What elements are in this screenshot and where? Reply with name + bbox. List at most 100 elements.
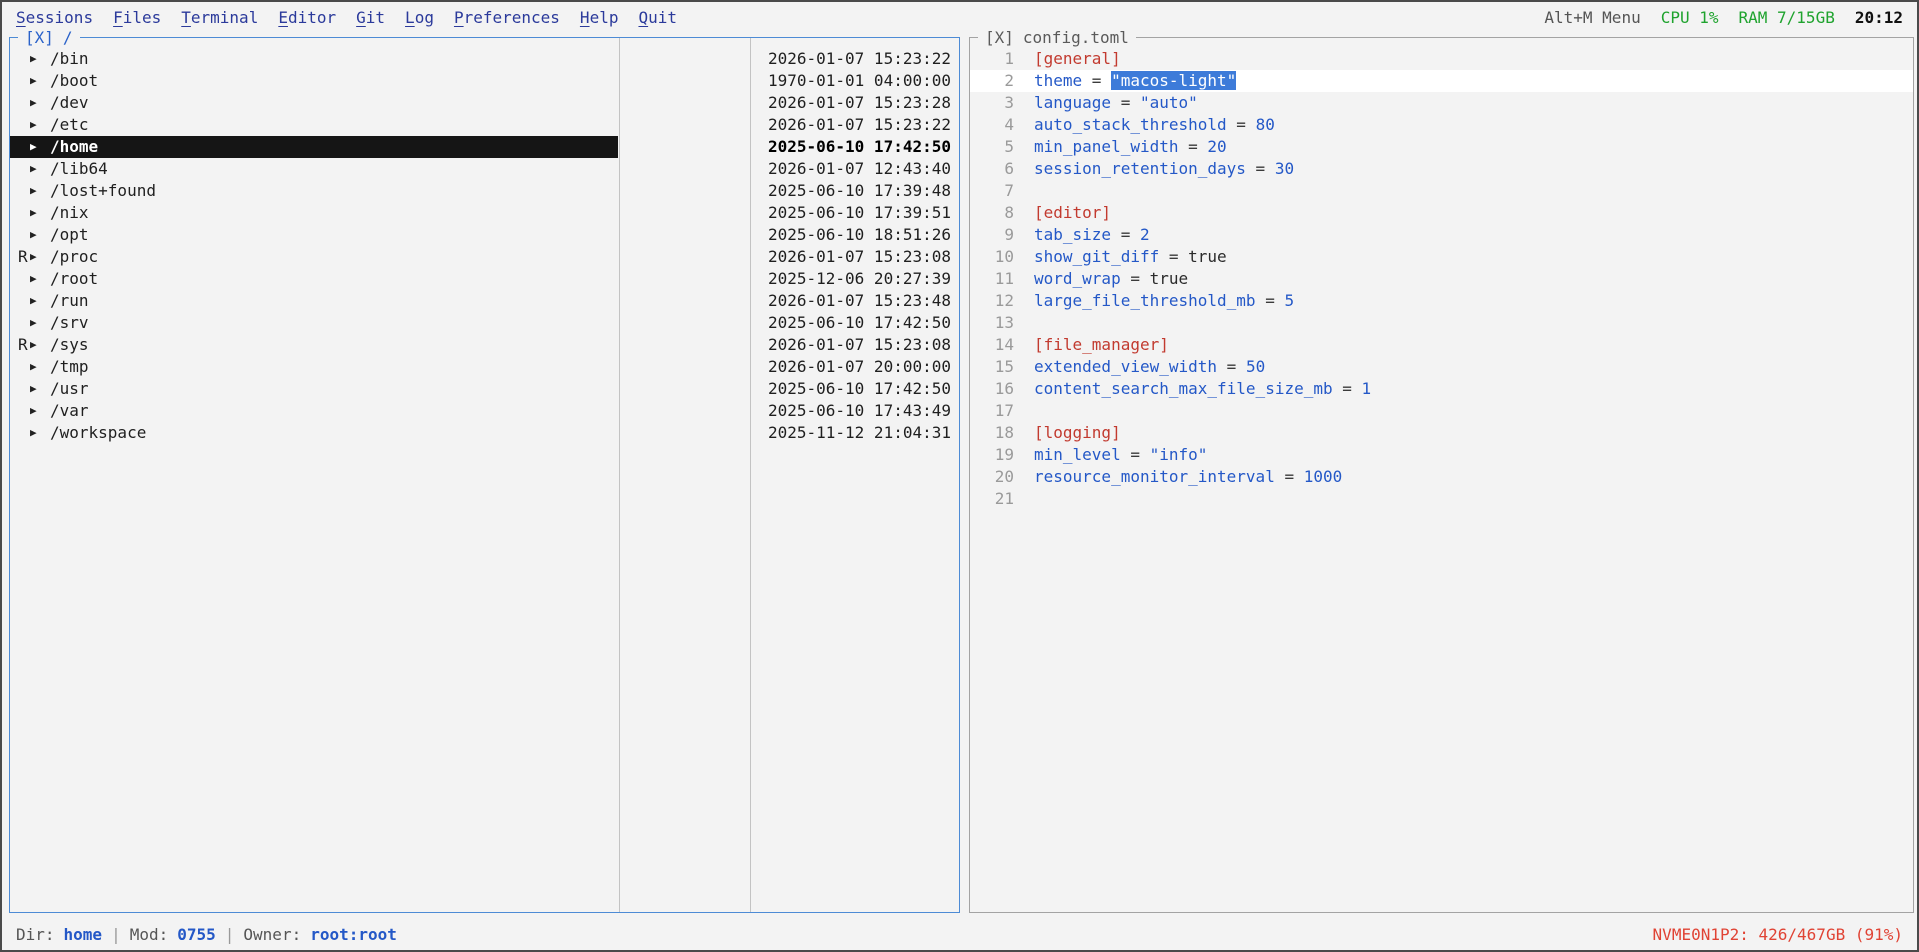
editor-line[interactable]: 15 extended_view_width = 50 <box>970 356 1913 378</box>
editor-line[interactable]: 18 [logging] <box>970 422 1913 444</box>
line-number: 20 <box>994 467 1014 486</box>
file-name: /etc <box>50 115 89 134</box>
line-number: 15 <box>994 357 1014 376</box>
menu-item-terminal[interactable]: Terminal <box>181 8 258 27</box>
code-token: 30 <box>1274 159 1295 178</box>
file-row[interactable]: ▶ /tmp 2026-01-07 20:00:00 <box>10 356 959 378</box>
menu-item-help[interactable]: Help <box>580 8 619 27</box>
file-row[interactable]: ▶ /lost+found 2025-06-10 17:39:48 <box>10 180 959 202</box>
line-number: 21 <box>994 489 1014 508</box>
editor-line[interactable]: 13 <box>970 312 1913 334</box>
editor-line[interactable]: 21 <box>970 488 1913 510</box>
file-panel-title: [X] / <box>18 27 80 49</box>
editor-line[interactable]: 14 [file_manager] <box>970 334 1913 356</box>
line-number: 5 <box>1004 137 1014 156</box>
file-row[interactable]: R ▶ /sys 2026-01-07 15:23:08 <box>10 334 959 356</box>
file-row[interactable]: ▶ /nix 2025-06-10 17:39:51 <box>10 202 959 224</box>
code-token: "info" <box>1149 445 1208 464</box>
file-row[interactable]: ▶ /lib64 2026-01-07 12:43:40 <box>10 158 959 180</box>
code-token: resource_monitor_interval <box>1034 467 1275 486</box>
expand-arrow-icon[interactable]: ▶ <box>30 334 44 356</box>
file-mtime: 2025-06-10 17:39:48 <box>767 181 951 200</box>
file-row[interactable]: ▶ /var 2025-06-10 17:43:49 <box>10 400 959 422</box>
editor-line[interactable]: 12 large_file_threshold_mb = 5 <box>970 290 1913 312</box>
expand-arrow-icon[interactable]: ▶ <box>30 180 44 202</box>
file-size-cell <box>618 136 749 158</box>
line-number: 1 <box>1004 49 1014 68</box>
editor-line[interactable]: 2 theme = "macos-light" <box>970 70 1913 92</box>
file-row[interactable]: ▶ /opt 2025-06-10 18:51:26 <box>10 224 959 246</box>
file-row[interactable]: ▶ /workspace 2025-11-12 21:04:31 <box>10 422 959 444</box>
expand-arrow-icon[interactable]: ▶ <box>30 268 44 290</box>
editor-line[interactable]: 6 session_retention_days = 30 <box>970 158 1913 180</box>
editor-line[interactable]: 19 min_level = "info" <box>970 444 1913 466</box>
file-name-cell: ▶ /boot <box>10 70 618 92</box>
expand-arrow-icon[interactable]: ▶ <box>30 378 44 400</box>
editor-line[interactable]: 10 show_git_diff = true <box>970 246 1913 268</box>
file-name: /lib64 <box>50 159 108 178</box>
owner-value: root:root <box>310 924 397 944</box>
file-row[interactable]: R ▶ /proc 2026-01-07 15:23:08 <box>10 246 959 268</box>
expand-arrow-icon[interactable]: ▶ <box>30 312 44 334</box>
expand-arrow-icon[interactable]: ▶ <box>30 400 44 422</box>
file-row[interactable]: ▶ /etc 2026-01-07 15:23:22 <box>10 114 959 136</box>
expand-arrow-icon[interactable]: ▶ <box>30 114 44 136</box>
expand-arrow-icon[interactable]: ▶ <box>30 48 44 70</box>
menu-item-preferences[interactable]: Preferences <box>454 8 560 27</box>
editor-line[interactable]: 11 word_wrap = true <box>970 268 1913 290</box>
file-row[interactable]: ▶ /run 2026-01-07 15:23:48 <box>10 290 959 312</box>
editor-content[interactable]: 1 [general] 2 theme = "macos-light" 3 languag… <box>970 38 1913 510</box>
expand-arrow-icon[interactable]: ▶ <box>30 136 44 158</box>
file-name: /root <box>50 269 99 288</box>
menu-item-files[interactable]: Files <box>113 8 161 27</box>
file-name-cell: ▶ /workspace <box>10 422 618 444</box>
menu-item-git[interactable]: Git <box>356 8 385 27</box>
editor-line[interactable]: 3 language = "auto" <box>970 92 1913 114</box>
editor-line[interactable]: 20 resource_monitor_interval = 1000 <box>970 466 1913 488</box>
expand-arrow-icon[interactable]: ▶ <box>30 158 44 180</box>
menu-item-sessions[interactable]: Sessions <box>16 8 93 27</box>
expand-arrow-icon[interactable]: ▶ <box>30 92 44 114</box>
expand-arrow-icon[interactable]: ▶ <box>30 422 44 444</box>
column-divider <box>750 38 751 912</box>
editor-line[interactable]: 17 <box>970 400 1913 422</box>
editor-line[interactable]: 9 tab_size = 2 <box>970 224 1913 246</box>
editor-line[interactable]: 4 auto_stack_threshold = 80 <box>970 114 1913 136</box>
menu-item-log[interactable]: Log <box>405 8 434 27</box>
expand-arrow-icon[interactable]: ▶ <box>30 246 44 268</box>
editor-line[interactable]: 7 <box>970 180 1913 202</box>
editor-line[interactable]: 5 min_panel_width = 20 <box>970 136 1913 158</box>
line-number: 18 <box>994 423 1014 442</box>
code-token: content_search_max_file_size_mb <box>1034 379 1333 398</box>
file-size-cell <box>618 334 749 356</box>
file-list: ▶ /bin 2026-01-07 15:23:22 ▶ /boot 1970-01-01… <box>10 38 959 444</box>
editor-line[interactable]: 8 [editor] <box>970 202 1913 224</box>
file-name: /sys <box>50 335 89 354</box>
panel-close-button[interactable]: [X] <box>985 27 1014 49</box>
file-row[interactable]: ▶ /srv 2025-06-10 17:42:50 <box>10 312 959 334</box>
line-number: 16 <box>994 379 1014 398</box>
expand-arrow-icon[interactable]: ▶ <box>30 356 44 378</box>
file-row[interactable]: ▶ /usr 2025-06-10 17:42:50 <box>10 378 959 400</box>
code-token: = <box>1274 467 1304 486</box>
editor-line[interactable]: 16 content_search_max_file_size_mb = 1 <box>970 378 1913 400</box>
menu-item-quit[interactable]: Quit <box>638 8 677 27</box>
editor-line[interactable]: 1 [general] <box>970 48 1913 70</box>
code-token: show_git_diff <box>1034 247 1160 266</box>
file-row[interactable]: ▶ /dev 2026-01-07 15:23:28 <box>10 92 959 114</box>
file-mtime: 2025-06-10 17:42:50 <box>767 379 951 398</box>
file-name: /run <box>50 291 89 310</box>
expand-arrow-icon[interactable]: ▶ <box>30 224 44 246</box>
expand-arrow-icon[interactable]: ▶ <box>30 70 44 92</box>
file-name-cell: R ▶ /proc <box>10 246 618 268</box>
file-name-cell: ▶ /etc <box>10 114 618 136</box>
expand-arrow-icon[interactable]: ▶ <box>30 290 44 312</box>
file-row[interactable]: ▶ /bin 2026-01-07 15:23:22 <box>10 48 959 70</box>
separator: | <box>224 924 235 944</box>
file-row[interactable]: ▶ /boot 1970-01-01 04:00:00 <box>10 70 959 92</box>
file-row[interactable]: ▶ /root 2025-12-06 20:27:39 <box>10 268 959 290</box>
menu-item-editor[interactable]: Editor <box>278 8 336 27</box>
file-row[interactable]: ▶ /home 2025-06-10 17:42:50 <box>10 136 959 158</box>
expand-arrow-icon[interactable]: ▶ <box>30 202 44 224</box>
panel-close-button[interactable]: [X] <box>25 27 54 49</box>
